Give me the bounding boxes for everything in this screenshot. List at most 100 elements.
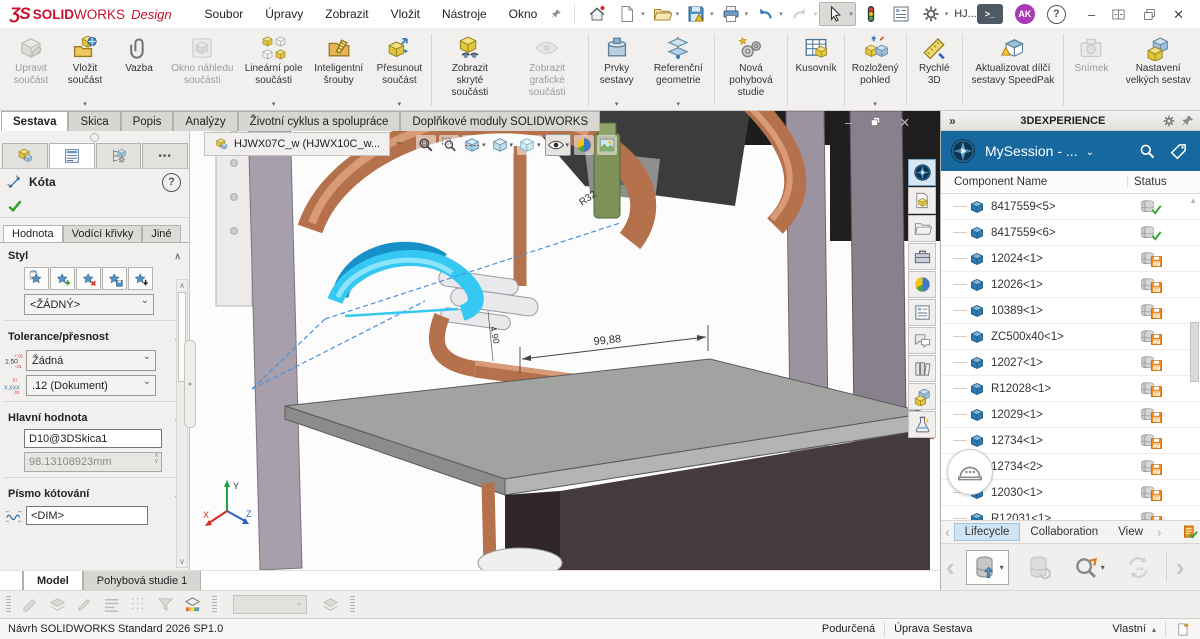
- graphics-area[interactable]: 99,88 R32 4.90 HJWX07C_w (HJWX10C_w... –…: [190, 111, 940, 570]
- restore-icon[interactable]: [1142, 7, 1157, 22]
- view-orientation-button[interactable]: ▾: [490, 135, 515, 155]
- ribbon-nov-pohybov-studie[interactable]: Nová pohybová studie: [716, 30, 787, 110]
- value-tab-hodnota[interactable]: Hodnota: [3, 225, 63, 242]
- menu-soubor[interactable]: Soubor: [194, 7, 255, 21]
- tab--ivotn-cyklus-a-spolupr-ce[interactable]: Životní cyklus a spolupráce: [238, 111, 401, 131]
- tabs-scroll-left-icon[interactable]: ‹: [945, 524, 950, 540]
- component-row[interactable]: R12031<1>: [941, 506, 1200, 520]
- component-row[interactable]: 12027<1>: [941, 350, 1200, 376]
- ribbon-rychl-3d[interactable]: Rychlé 3D: [907, 30, 961, 110]
- component-row[interactable]: R12028<1>: [941, 376, 1200, 402]
- sw-resources-tab[interactable]: [908, 187, 936, 214]
- component-row[interactable]: 8417559<6>: [941, 220, 1200, 246]
- chevron-down-icon[interactable]: ▾: [873, 100, 877, 109]
- menu-okno[interactable]: Okno: [498, 7, 549, 21]
- document-abbrev[interactable]: HJ...: [954, 8, 977, 20]
- tab-view[interactable]: View: [1108, 524, 1153, 540]
- doc-restore-icon[interactable]: [869, 115, 882, 128]
- db-up-button[interactable]: ▾: [966, 550, 1009, 585]
- ribbon-vazba[interactable]: Vazba: [112, 30, 166, 110]
- tolerance-select[interactable]: Žádná: [26, 350, 156, 371]
- ribbon-line-rn-pole-sou-sti[interactable]: Lineární pole součásti▾: [239, 30, 309, 110]
- zoom-area-button[interactable]: [439, 135, 459, 155]
- ribbon-rozlo-en-pohled[interactable]: Rozložený pohled▾: [846, 30, 905, 110]
- style-select[interactable]: <ŽÁDNÝ>: [24, 294, 154, 315]
- close-icon[interactable]: ✕: [1173, 8, 1184, 21]
- value-tab-jin-[interactable]: Jiné: [142, 225, 180, 242]
- component-row[interactable]: 10389<1>: [941, 298, 1200, 324]
- section-view-button[interactable]: ▾: [462, 135, 487, 155]
- tab-popis[interactable]: Popis: [121, 111, 174, 131]
- tolerance-section-header[interactable]: Tolerance/přesnost∧: [0, 326, 189, 346]
- flask-tab[interactable]: [908, 411, 936, 438]
- search-icon[interactable]: [1138, 142, 1157, 161]
- style-section-header[interactable]: Styl∧: [0, 245, 189, 265]
- menu-úpravy[interactable]: Úpravy: [254, 7, 314, 21]
- ribbon-p-esunout-sou-st[interactable]: Přesunout součást▾: [369, 30, 430, 110]
- avatar[interactable]: AK: [1015, 4, 1035, 24]
- open-doc-button[interactable]: ▾: [647, 3, 682, 25]
- pm-tab-3[interactable]: •••: [142, 143, 188, 168]
- menu-nástroje[interactable]: Nástroje: [431, 7, 498, 21]
- panel-splitter-handle[interactable]: ●: [184, 340, 196, 428]
- star-load-button[interactable]: [128, 267, 153, 290]
- chevron-down-icon[interactable]: ▾: [482, 141, 486, 149]
- star-save-button[interactable]: [102, 267, 127, 290]
- traffic-light-button[interactable]: [856, 3, 886, 25]
- file-folder-tab[interactable]: [908, 215, 936, 242]
- pm-tab-2[interactable]: [96, 143, 142, 168]
- component-row[interactable]: 12734<1>: [941, 428, 1200, 454]
- redo-button[interactable]: ▾: [785, 3, 820, 25]
- component-row[interactable]: 12029<1>: [941, 402, 1200, 428]
- chevron-down-icon[interactable]: ▾: [272, 100, 276, 109]
- chevron-down-icon[interactable]: ▾: [945, 10, 949, 18]
- minimize-icon[interactable]: –: [1088, 8, 1095, 21]
- appearance-ball-tab[interactable]: [908, 271, 936, 298]
- help-icon[interactable]: ?: [1047, 5, 1066, 24]
- ribbon-prvky-sestavy[interactable]: Prvky sestavy▾: [590, 30, 644, 110]
- dimension-text-section-header[interactable]: Písmo kótování∧: [0, 483, 189, 503]
- dimension-text-input[interactable]: <DIM>: [26, 506, 148, 525]
- tab-dopl-kov-moduly-solidworks[interactable]: Doplňkové moduly SOLIDWORKS: [400, 111, 600, 131]
- doc-close-icon[interactable]: ✕: [899, 115, 910, 131]
- toolbox-tab[interactable]: [908, 243, 936, 270]
- star-new-button[interactable]: [24, 267, 49, 290]
- doc-props-button[interactable]: [886, 3, 916, 25]
- value-tab-vod-c-k-ivky[interactable]: Vodící křivky: [63, 225, 143, 242]
- chevron-down-icon[interactable]: ▾: [398, 100, 402, 109]
- ribbon-zobrazit-skryt-sou-sti[interactable]: Zobrazit skryté součásti: [433, 30, 508, 110]
- ribbon-kusovn-k[interactable]: Kusovník: [789, 30, 843, 110]
- select-cursor-button[interactable]: ▾: [819, 2, 856, 26]
- tab-skica[interactable]: Skica: [68, 111, 120, 131]
- panel-pin-icon[interactable]: [1181, 114, 1195, 128]
- compass-icon[interactable]: [949, 137, 977, 165]
- scene-button[interactable]: [597, 135, 617, 155]
- list-scrollbar[interactable]: [1190, 322, 1199, 382]
- new-doc-button[interactable]: ▾: [612, 3, 647, 25]
- column-status[interactable]: Status: [1127, 176, 1200, 188]
- column-component-name[interactable]: Component Name: [941, 176, 1127, 188]
- chevron-down-icon[interactable]: ▾: [566, 141, 570, 149]
- tab-collaboration[interactable]: Collaboration: [1020, 524, 1108, 540]
- ribbon-aktualizovat-d-l-sestavy-speedpak[interactable]: Aktualizovat dílčí sestavy SpeedPak: [964, 30, 1062, 110]
- chevron-down-icon[interactable]: ▾: [641, 10, 645, 18]
- chevron-down-icon[interactable]: ▾: [615, 100, 619, 109]
- precision-select[interactable]: .12 (Dokument): [26, 375, 156, 396]
- chevron-down-icon[interactable]: ▾: [1101, 563, 1105, 572]
- tab-model[interactable]: Model: [23, 571, 83, 591]
- menu-vložit[interactable]: Vložit: [380, 7, 431, 21]
- forum-tab[interactable]: [908, 327, 936, 354]
- chevron-down-icon[interactable]: ▾: [677, 100, 681, 109]
- ribbon-inteligentn-rouby[interactable]: Inteligentní šrouby: [309, 30, 369, 110]
- compass-tab[interactable]: [908, 159, 936, 186]
- configuration-label[interactable]: Vlastní: [1112, 623, 1146, 635]
- ribbon-referen-n-geometrie[interactable]: Referenční geometrie▾: [644, 30, 713, 110]
- ribbon-vlo-it-sou-st[interactable]: Vložit součást▾: [58, 30, 112, 110]
- appearance-ball-button[interactable]: [574, 135, 594, 155]
- dimension-value-spinner[interactable]: 98.13108923mm ∧∨: [24, 452, 162, 472]
- tabs-scroll-right-icon[interactable]: ›: [1157, 524, 1162, 540]
- toolbar-scroll-right-icon[interactable]: ›: [1176, 552, 1185, 583]
- dimension-name-input[interactable]: D10@3DSkica1: [24, 429, 162, 448]
- ribbon-nastaven-velk-ch-sestav[interactable]: Nastavení velkých sestav: [1118, 30, 1197, 110]
- tab-anal-zy[interactable]: Analýzy: [173, 111, 237, 131]
